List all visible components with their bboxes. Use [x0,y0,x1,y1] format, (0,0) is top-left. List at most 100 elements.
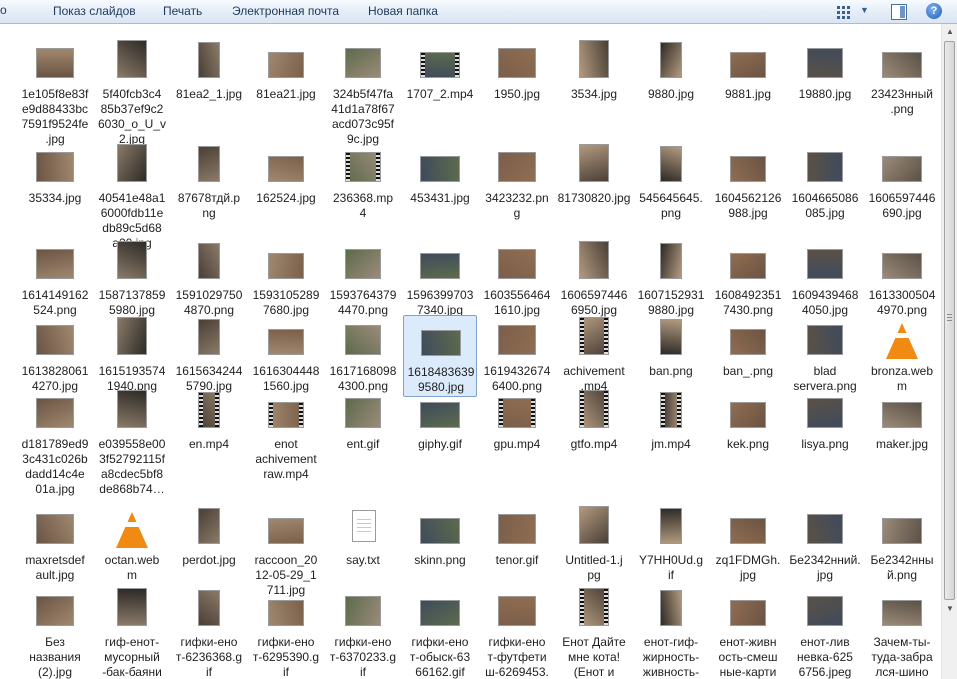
image-thumbnail [117,317,147,355]
file-name-label: Енот Дайте мне кота! (Енот и кот).mp4 [562,635,626,679]
file-item[interactable]: ban_.png [711,315,785,382]
file-item[interactable]: lisya.png [788,388,862,455]
file-item[interactable]: 3423232.pn g [480,142,554,224]
file-item[interactable]: 1614149162 524.png [18,239,92,321]
file-item[interactable]: ent.gif [326,388,400,455]
file-item[interactable]: jm.mp4 [634,388,708,455]
file-item[interactable]: giphy.gif [403,388,477,455]
file-item[interactable]: 1591029750 4870.png [172,239,246,321]
file-item[interactable]: 1950.jpg [480,38,554,105]
file-item[interactable]: 1619432674 6400.png [480,315,554,397]
file-item[interactable]: zq1FDMGh. jpg [711,504,785,586]
file-item[interactable]: 3534.jpg [557,38,631,105]
file-item[interactable]: 1606597446 6950.jpg [557,239,631,321]
file-item[interactable]: enot achivement raw.mp4 [249,388,323,485]
file-item[interactable]: skinn.png [403,504,477,571]
file-item[interactable]: 81ea2_1.jpg [172,38,246,105]
new-folder-button[interactable]: Новая папка [368,4,438,18]
file-item[interactable]: perdot.jpg [172,504,246,571]
file-item[interactable]: maxretsdef ault.jpg [18,504,92,586]
file-item[interactable]: Y7HH0Ud.g if [634,504,708,586]
file-item[interactable]: 1604665086 085.jpg [788,142,862,224]
file-item[interactable]: 1593105289 7680.jpg [249,239,323,321]
file-item[interactable]: 1707_2.mp4 [403,38,477,105]
file-item[interactable]: 9881.jpg [711,38,785,105]
print-button[interactable]: Печать [163,4,202,18]
scroll-up-arrow-icon[interactable]: ▲ [946,27,954,36]
file-item[interactable]: гиф-енот- мусорный -бак-баяни ше-63727… [95,586,169,679]
file-item[interactable]: Без названия (2).jpg [18,586,92,679]
file-item[interactable]: 1603556464 1610.jpg [480,239,554,321]
file-item[interactable]: gpu.mp4 [480,388,554,455]
file-item[interactable]: 1607152931 9880.jpg [634,239,708,321]
file-item[interactable]: енот-гиф- жирность- живность- 6561686.gi… [634,586,708,679]
file-item[interactable]: en.mp4 [172,388,246,455]
file-item[interactable]: Зачем-ты- туда-забра лся-шино монтаж-… [865,586,939,679]
file-item[interactable]: say.txt [326,504,400,571]
email-button[interactable]: Электронная почта [232,4,339,18]
file-item[interactable]: 1e105f8e83f e9d88433bc 7591f9524fe .jpg [18,38,92,150]
file-item[interactable]: 9880.jpg [634,38,708,105]
file-item[interactable]: d181789ed9 3c431c026b dadd14c4e 01a.jpg [18,388,92,500]
file-item[interactable]: 162524.jpg [249,142,323,209]
file-item[interactable]: 1615634244 5790.jpg [172,315,246,397]
file-item[interactable]: 324b5f47fa 41d1a78f67 acd073c95f 9c.jpg [326,38,400,150]
file-item[interactable]: achivement .mp4 [557,315,631,397]
file-item[interactable]: maker.jpg [865,388,939,455]
toolbar-cut-item[interactable]: о [0,3,7,17]
file-item[interactable]: kek.png [711,388,785,455]
file-item[interactable]: 23423нный .png [865,38,939,120]
file-item[interactable]: 545645645. png [634,142,708,224]
file-item[interactable]: гифки-ено т-футфети ш-6269453. gif [480,586,554,679]
file-item[interactable]: 1587137859 5980.jpg [95,239,169,321]
help-icon[interactable]: ? [926,3,942,19]
file-item[interactable]: Енот Дайте мне кота! (Енот и кот).mp4 [557,586,631,679]
vertical-scrollbar[interactable]: ▲ ▼ [941,24,957,679]
file-item[interactable]: гифки-ено т-6370233.g if [326,586,400,679]
file-item[interactable]: гифки-ено т-6236368.g if [172,586,246,679]
file-item[interactable]: tenor.gif [480,504,554,571]
file-item[interactable]: octan.web m [95,504,169,586]
file-item[interactable]: Untitled-1.j pg [557,504,631,586]
file-item[interactable]: 1613828061 4270.jpg [18,315,92,397]
file-item[interactable]: 1593764379 4470.png [326,239,400,321]
file-item[interactable]: e039558e00 3f52792115f a8cdec5bf8 de868b… [95,388,169,500]
file-item[interactable]: 81730820.jpg [557,142,631,209]
scroll-down-arrow-icon[interactable]: ▼ [946,604,954,613]
file-item[interactable]: bronza.web m [865,315,939,397]
file-item[interactable]: 81ea21.jpg [249,38,323,105]
file-item[interactable]: 453431.jpg [403,142,477,209]
file-item[interactable]: 1609439468 4050.jpg [788,239,862,321]
file-name-label: 87678тдй.p ng [177,191,241,220]
slideshow-button[interactable]: Показ слайдов [53,4,136,18]
file-item[interactable]: 1604562126 988.jpg [711,142,785,224]
file-item[interactable]: ban.png [634,315,708,382]
file-item[interactable]: 19880.jpg [788,38,862,105]
file-item[interactable]: 87678тдй.p ng [172,142,246,224]
file-item[interactable]: blad servera.png [788,315,862,397]
preview-pane-icon[interactable] [891,4,907,20]
file-item[interactable]: 1613300504 4970.png [865,239,939,321]
file-item[interactable]: енот-лив невка-625 6756.jpeg [788,586,862,679]
view-icon[interactable] [836,4,852,20]
scrollbar-thumb[interactable] [944,41,955,600]
file-item[interactable]: 236368.mp 4 [326,142,400,224]
file-item[interactable]: 5f40fcb3c4 85b37ef9c2 6030_o_U_v 2.jpg [95,38,169,150]
file-item[interactable]: 40541e48a1 6000fdb11e db89c5d68 a20.jpg [95,142,169,254]
file-item[interactable]: 1596399703 7340.jpg [403,239,477,321]
file-item[interactable]: 1615193574 1940.png [95,315,169,397]
image-thumbnail [36,398,74,428]
file-item[interactable]: гифки-ено т-6295390.g if [249,586,323,679]
file-item[interactable]: 1608492351 7430.png [711,239,785,321]
file-item[interactable]: Бе2342нны й.png [865,504,939,586]
file-item[interactable]: gtfo.mp4 [557,388,631,455]
file-item[interactable]: 35334.jpg [18,142,92,209]
file-item[interactable]: енот-живн ость-смеш ные-карти нки-6490… [711,586,785,679]
file-item[interactable]: 1617168098 4300.png [326,315,400,397]
chevron-down-icon[interactable]: ▼ [860,5,869,15]
file-item[interactable]: 1616304448 1560.jpg [249,315,323,397]
file-item[interactable]: гифки-ено т-обыск-63 66162.gif [403,586,477,679]
file-item[interactable]: 1606597446 690.jpg [865,142,939,224]
file-item[interactable]: Бе2342нний. jpg [788,504,862,586]
file-item[interactable]: 1618483639 9580.jpg [403,315,477,397]
